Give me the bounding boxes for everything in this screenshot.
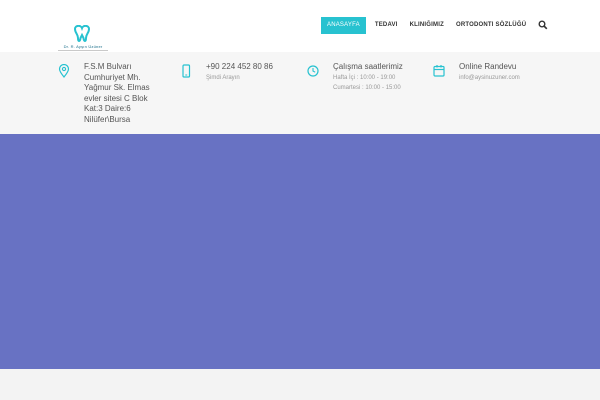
- lower-section: [0, 369, 600, 400]
- address-line: F.S.M Bulvarı: [84, 62, 132, 71]
- mobile-phone-icon: [182, 64, 191, 78]
- search-icon[interactable]: [538, 20, 548, 30]
- nav-item-anasayfa[interactable]: ANASAYFA: [321, 17, 366, 34]
- hours-weekdays: Hafta İçi : 10:00 - 19:00: [333, 75, 396, 81]
- site-logo[interactable]: Dr. R. Ayşın Üzüner: [54, 22, 112, 54]
- phone-subtitle: Şimdi Arayın: [206, 75, 240, 81]
- nav-item-tedavi[interactable]: TEDAVI: [369, 17, 404, 34]
- site-header: Dr. R. Ayşın Üzüner ANASAYFA TEDAVI KLIN…: [0, 0, 600, 54]
- clock-icon: [307, 65, 319, 77]
- hours-saturday: Cumartesi : 10:00 - 15:00: [333, 85, 401, 91]
- address-line: Kat:3 Daire:6: [84, 104, 131, 113]
- address-line: Cumhuriyet Mh.: [84, 72, 141, 82]
- address-line: Nilüfer\Bursa: [84, 114, 131, 124]
- hours-title: Çalışma saatlerimiz: [333, 62, 403, 71]
- tooth-logo-icon: [73, 25, 91, 42]
- appointment-email[interactable]: info@aysinuzuner.com: [459, 74, 520, 82]
- address-line: evler sitesi C Blok: [84, 93, 148, 103]
- logo-underline: [58, 50, 108, 51]
- address-line: Yağmur Sk. Elmas: [84, 83, 150, 92]
- address-text: F.S.M Bulvarı Cumhuriyet Mh. Yağmur Sk. …: [84, 62, 150, 125]
- nav-item-klinigimiz[interactable]: KLINIĞIMIZ: [404, 17, 450, 34]
- phone-number[interactable]: +90 224 452 80 86: [206, 62, 273, 73]
- main-nav: ANASAYFA TEDAVI KLINIĞIMIZ ORTODONTI SÖZ…: [321, 17, 548, 34]
- hero-banner: [0, 134, 600, 369]
- map-pin-icon: [58, 64, 70, 78]
- calendar-icon: [433, 65, 445, 77]
- nav-item-ortodonti-sozlugu[interactable]: ORTODONTI SÖZLÜĞÜ: [450, 17, 532, 34]
- appointment-title[interactable]: Online Randevu: [459, 62, 516, 73]
- contact-info-bar: F.S.M Bulvarı Cumhuriyet Mh. Yağmur Sk. …: [0, 52, 600, 134]
- logo-text: Dr. R. Ayşın Üzüner: [63, 44, 103, 49]
